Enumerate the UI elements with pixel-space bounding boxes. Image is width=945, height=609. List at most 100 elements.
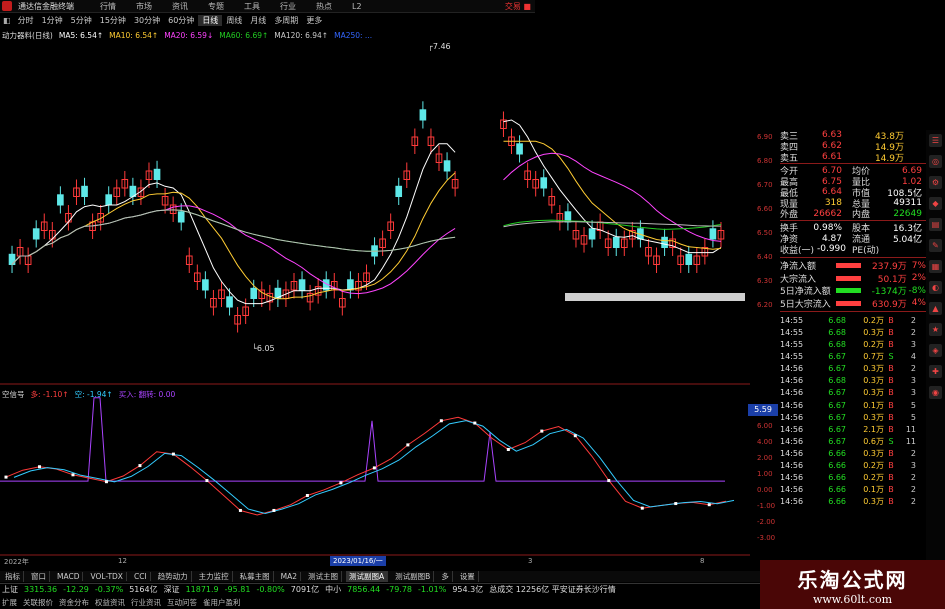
tick-price: 6.66 — [828, 448, 846, 458]
candlestick-chart[interactable]: ┌7.46 └6.05 — [0, 41, 750, 385]
depth-price: 6.62 — [821, 141, 842, 152]
price-tick: 6.80 — [757, 157, 773, 165]
indicator-tab[interactable]: MA2 — [278, 572, 302, 581]
tick-time: 14:56 — [780, 400, 804, 410]
period-tab[interactable]: 15分钟 — [96, 15, 130, 26]
signal-dot — [372, 466, 376, 470]
candle-body — [588, 228, 596, 240]
indicator-tab[interactable]: 测试副图B — [392, 571, 435, 582]
depth-row: 卖五 6.61 14.9万 — [780, 151, 926, 164]
side-toolbar: ☰ ◎ ⚙ ◆ ▤ ✎ ▦ ◐ ▲ ★ ◈ ✚ ◉ — [926, 130, 945, 570]
indicator-tab[interactable]: 测试主图 — [305, 571, 343, 582]
side-tool-icon[interactable]: ▲ — [929, 302, 942, 315]
stat-value: 6.69 — [901, 165, 922, 176]
side-tool-icon[interactable]: ◈ — [929, 344, 942, 357]
extension-tab[interactable]: 行业资讯 — [131, 597, 161, 608]
fund-flow-bar — [835, 288, 861, 294]
side-tool-icon[interactable]: ☰ — [929, 134, 942, 147]
toolbar-icon[interactable]: ◧ — [0, 16, 14, 25]
side-tool-icon[interactable]: ◉ — [929, 386, 942, 399]
tick-time: 14:56 — [780, 376, 804, 386]
menu-item[interactable]: 行业 — [272, 1, 304, 12]
tick-side: B — [888, 485, 894, 495]
price-tick: 6.40 — [757, 253, 773, 261]
signal-line — [0, 397, 725, 482]
stat-row: 外盘 26662 内盘 22649 — [780, 209, 926, 221]
indicator-tab[interactable]: CCI — [131, 572, 151, 581]
side-tool-icon[interactable]: ✎ — [929, 239, 942, 252]
indicator-tab[interactable]: 测试副图A — [346, 571, 389, 582]
extension-tab[interactable]: 权益资讯 — [95, 597, 125, 608]
period-tab[interactable]: 月线 — [246, 15, 270, 26]
extension-tab[interactable]: 扩展 — [2, 597, 17, 608]
tick-price: 6.68 — [828, 315, 846, 325]
tick-price: 6.67 — [828, 412, 846, 422]
extension-tab[interactable]: 雀用户盈利 — [203, 597, 241, 608]
indicator-tab[interactable]: VOL-TDX — [87, 572, 127, 581]
side-tool-icon[interactable]: ★ — [929, 323, 942, 336]
tick-time: 14:56 — [780, 485, 804, 495]
tick-price: 6.67 — [828, 388, 846, 398]
signal-dot — [640, 506, 644, 510]
side-tool-icon[interactable]: ▤ — [929, 218, 942, 231]
period-tab[interactable]: 更多 — [302, 15, 326, 26]
extension-tab[interactable]: 互动问答 — [167, 597, 197, 608]
period-tab[interactable]: 60分钟 — [164, 15, 198, 26]
side-tool-icon[interactable]: ▦ — [929, 260, 942, 273]
side-tool-icon[interactable]: ✚ — [929, 365, 942, 378]
extension-tab[interactable]: 关联报价 — [23, 597, 53, 608]
period-tab[interactable]: 5分钟 — [67, 15, 96, 26]
index-value: 11871.9 — [185, 585, 219, 594]
indicator-tab[interactable]: 趋势动力 — [155, 571, 192, 582]
indicator-tab[interactable]: 私募主图 — [237, 571, 274, 582]
side-tool-icon[interactable]: ⚙ — [929, 176, 942, 189]
tick-price: 6.68 — [828, 376, 846, 386]
extension-tab[interactable]: 资金分布 — [59, 597, 89, 608]
tick-row: 14:56 6.67 0.3万 B 3 — [780, 387, 926, 399]
trade-button[interactable]: 交易 ■ — [497, 1, 535, 12]
depth-price: 6.61 — [821, 151, 842, 162]
menu-item[interactable]: 资讯 — [164, 1, 196, 12]
tick-side: B — [888, 424, 894, 434]
menu-item[interactable]: L2 — [344, 2, 370, 11]
period-tab-daily[interactable]: 日线 — [198, 15, 223, 26]
side-tool-icon[interactable]: ◎ — [929, 155, 942, 168]
indicator-current-value: 5.59 — [748, 404, 778, 416]
period-tab[interactable]: 1分钟 — [38, 15, 67, 26]
menu-item[interactable]: 工具 — [236, 1, 268, 12]
indicator-tab[interactable]: 指标 — [2, 571, 24, 582]
price-tick: 6.30 — [757, 277, 773, 285]
menu-item[interactable]: 热点 — [308, 1, 340, 12]
indicator-tab[interactable]: 窗口 — [28, 571, 50, 582]
ma-label: MA250: ... — [334, 30, 373, 40]
side-tool-icon[interactable]: ◐ — [929, 281, 942, 294]
menu-item[interactable]: 专题 — [200, 1, 232, 12]
indicator-axis: 6.00 4.00 2.00 1.00 0.00 -1.00 -2.00 -3.… — [750, 418, 780, 558]
indicator-chart[interactable] — [0, 388, 750, 556]
menu-item[interactable]: 市场 — [128, 1, 160, 12]
indicator-tick: -1.00 — [757, 502, 776, 510]
menu-item[interactable]: 行情 — [92, 1, 124, 12]
indicator-tab[interactable]: 多 — [438, 571, 453, 582]
tick-side: B — [888, 412, 894, 422]
indicator-tab[interactable]: 主力监控 — [196, 571, 233, 582]
period-tab[interactable]: 周线 — [222, 15, 246, 26]
index-pct: -1.01% — [418, 585, 447, 594]
tick-list[interactable]: 14:55 6.68 0.2万 B 2 14:55 6.68 0.3万 B 2 14:55 6.68 0… — [780, 314, 926, 508]
tick-count: 5 — [910, 400, 916, 410]
divider — [780, 311, 926, 313]
period-tab[interactable]: 多周期 — [270, 15, 302, 26]
indicator-tab[interactable]: MACD — [54, 572, 84, 581]
period-tab[interactable]: 30分钟 — [130, 15, 164, 26]
tick-volume: 0.3万 — [863, 388, 884, 398]
indicator-tab[interactable]: 设置 — [457, 571, 479, 582]
tick-row: 14:56 6.66 0.3万 B 2 — [780, 496, 926, 508]
index-pct: -0.37% — [94, 585, 124, 594]
side-tool-icon[interactable]: ◆ — [929, 197, 942, 210]
signal-dot — [674, 502, 678, 506]
tick-volume: 0.2万 — [863, 340, 884, 350]
indicator-tab-bar: 指标 窗口 MACD VOL-TDX CCI 趋势动力 主力监控 私募主图 MA2 测试主图 测试副… — [0, 571, 760, 582]
price-tick: 6.90 — [757, 133, 773, 141]
period-tab[interactable]: 分时 — [14, 15, 38, 26]
app-logo-icon — [2, 1, 12, 11]
